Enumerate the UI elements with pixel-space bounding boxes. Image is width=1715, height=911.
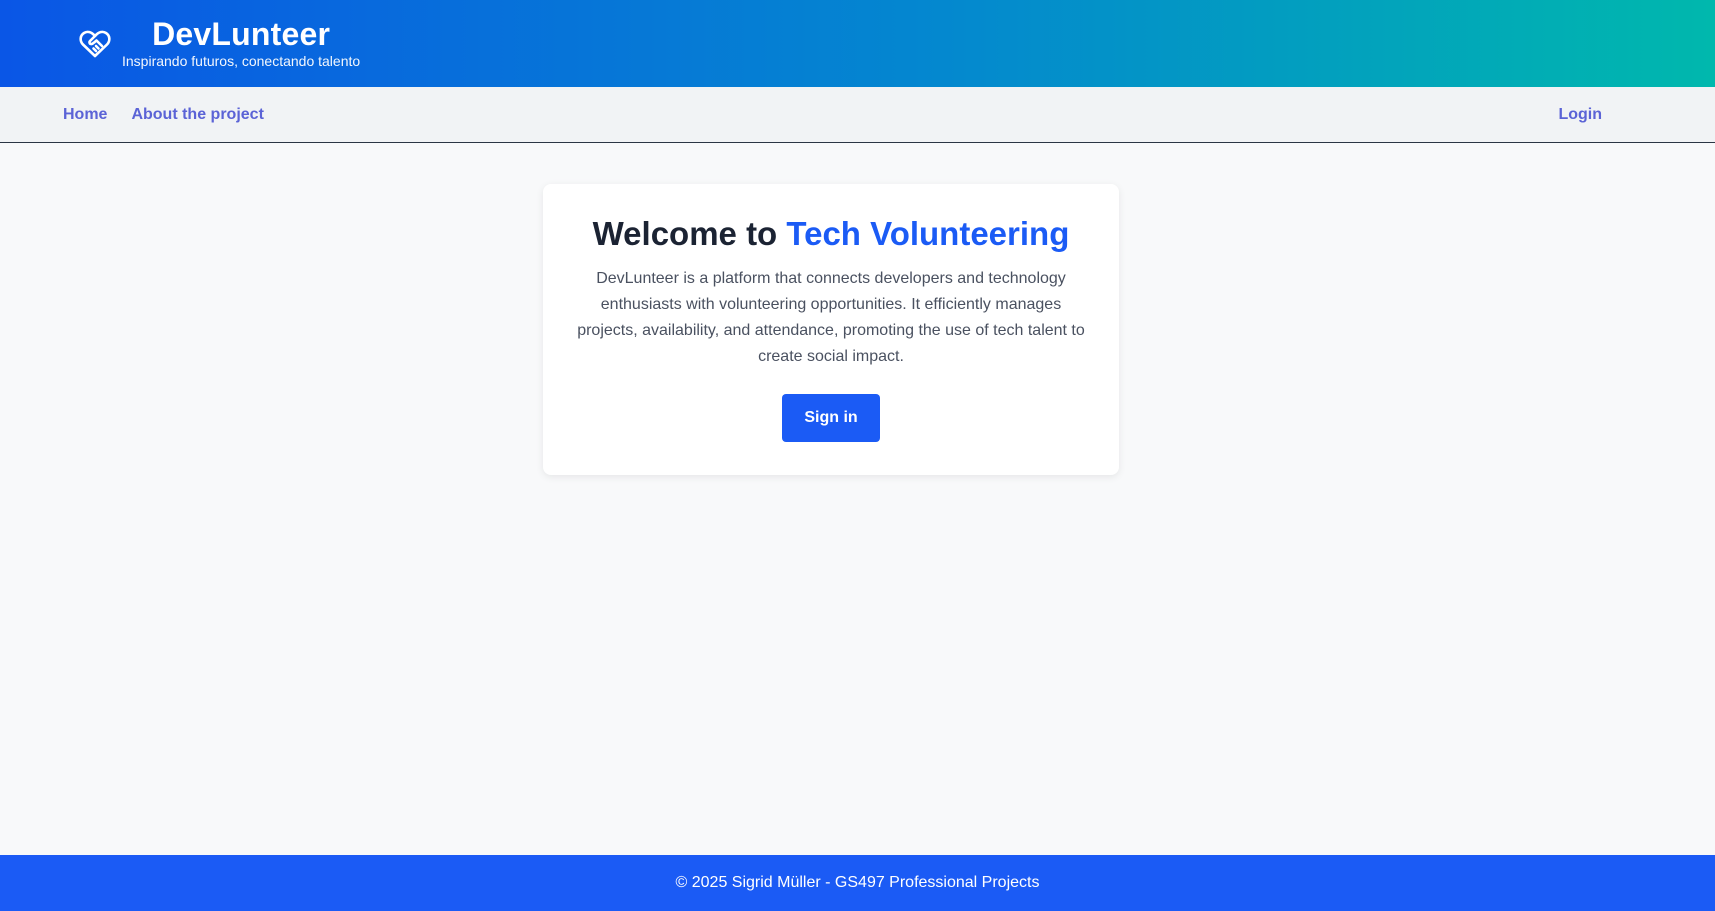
nav-home-link[interactable]: Home bbox=[63, 106, 107, 124]
welcome-title-accent: Tech Volunteering bbox=[786, 215, 1070, 252]
nav-login-link[interactable]: Login bbox=[1558, 106, 1602, 124]
welcome-title-prefix: Welcome to bbox=[592, 215, 787, 252]
page: DevLunteer Inspirando futuros, conectand… bbox=[0, 0, 1715, 911]
nav-about-link[interactable]: About the project bbox=[131, 106, 263, 124]
welcome-title: Welcome to Tech Volunteering bbox=[543, 214, 1119, 254]
welcome-card: Welcome to Tech Volunteering DevLunteer … bbox=[543, 184, 1119, 475]
brand: DevLunteer Inspirando futuros, conectand… bbox=[122, 16, 360, 70]
footer-text: © 2025 Sigrid Müller - GS497 Professiona… bbox=[675, 874, 1040, 891]
main-content: Welcome to Tech Volunteering DevLunteer … bbox=[0, 144, 1715, 855]
app-tagline: Inspirando futuros, conectando talento bbox=[122, 52, 361, 69]
app-title: DevLunteer bbox=[152, 15, 331, 52]
page-footer: © 2025 Sigrid Müller - GS497 Professiona… bbox=[0, 855, 1715, 911]
welcome-description: DevLunteer is a platform that connects d… bbox=[577, 270, 1085, 365]
sign-in-button[interactable]: Sign in bbox=[782, 394, 880, 442]
heart-handshake-icon bbox=[78, 27, 112, 61]
app-header: DevLunteer Inspirando futuros, conectand… bbox=[0, 0, 1715, 87]
main-nav: Home About the project Login bbox=[0, 87, 1715, 143]
